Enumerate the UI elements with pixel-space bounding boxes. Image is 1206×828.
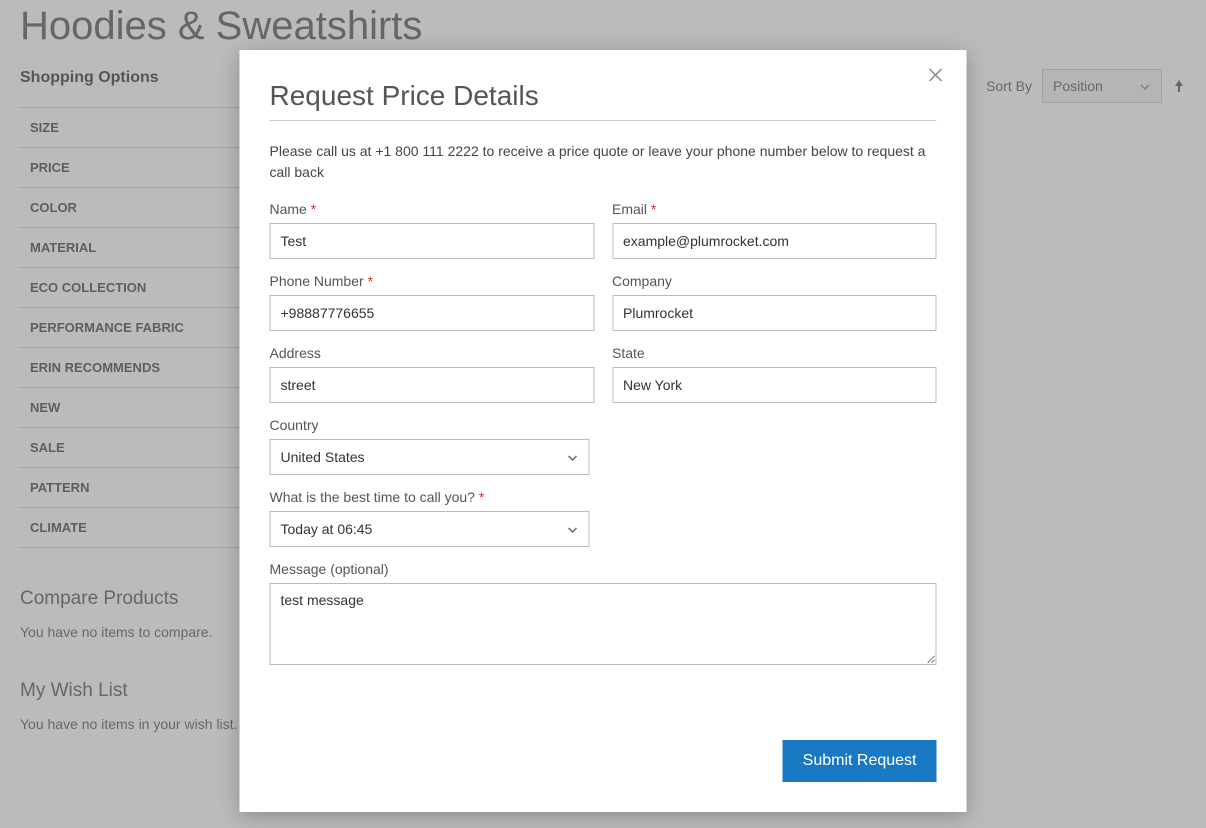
best-time-label: What is the best time to call you? * [270, 489, 590, 505]
modal-title: Request Price Details [270, 80, 937, 121]
chevron-down-icon [567, 523, 579, 535]
state-input[interactable] [612, 367, 937, 403]
email-label: Email * [612, 201, 937, 217]
request-price-modal: Request Price Details Please call us at … [240, 50, 967, 812]
message-label: Message (optional) [270, 561, 937, 577]
best-time-select[interactable]: Today at 06:45 [270, 511, 590, 547]
company-input[interactable] [612, 295, 937, 331]
name-label: Name * [270, 201, 595, 217]
message-textarea[interactable] [270, 583, 937, 665]
country-label: Country [270, 417, 590, 433]
country-select[interactable]: United States [270, 439, 590, 475]
submit-request-button[interactable]: Submit Request [783, 740, 937, 782]
phone-input[interactable] [270, 295, 595, 331]
company-label: Company [612, 273, 937, 289]
state-label: State [612, 345, 937, 361]
country-value: United States [281, 449, 365, 465]
modal-intro-text: Please call us at +1 800 111 2222 to rec… [270, 141, 937, 183]
email-input[interactable] [612, 223, 937, 259]
address-input[interactable] [270, 367, 595, 403]
chevron-down-icon [567, 451, 579, 463]
phone-label: Phone Number * [270, 273, 595, 289]
address-label: Address [270, 345, 595, 361]
close-button[interactable] [927, 66, 947, 86]
name-input[interactable] [270, 223, 595, 259]
best-time-value: Today at 06:45 [281, 521, 373, 537]
